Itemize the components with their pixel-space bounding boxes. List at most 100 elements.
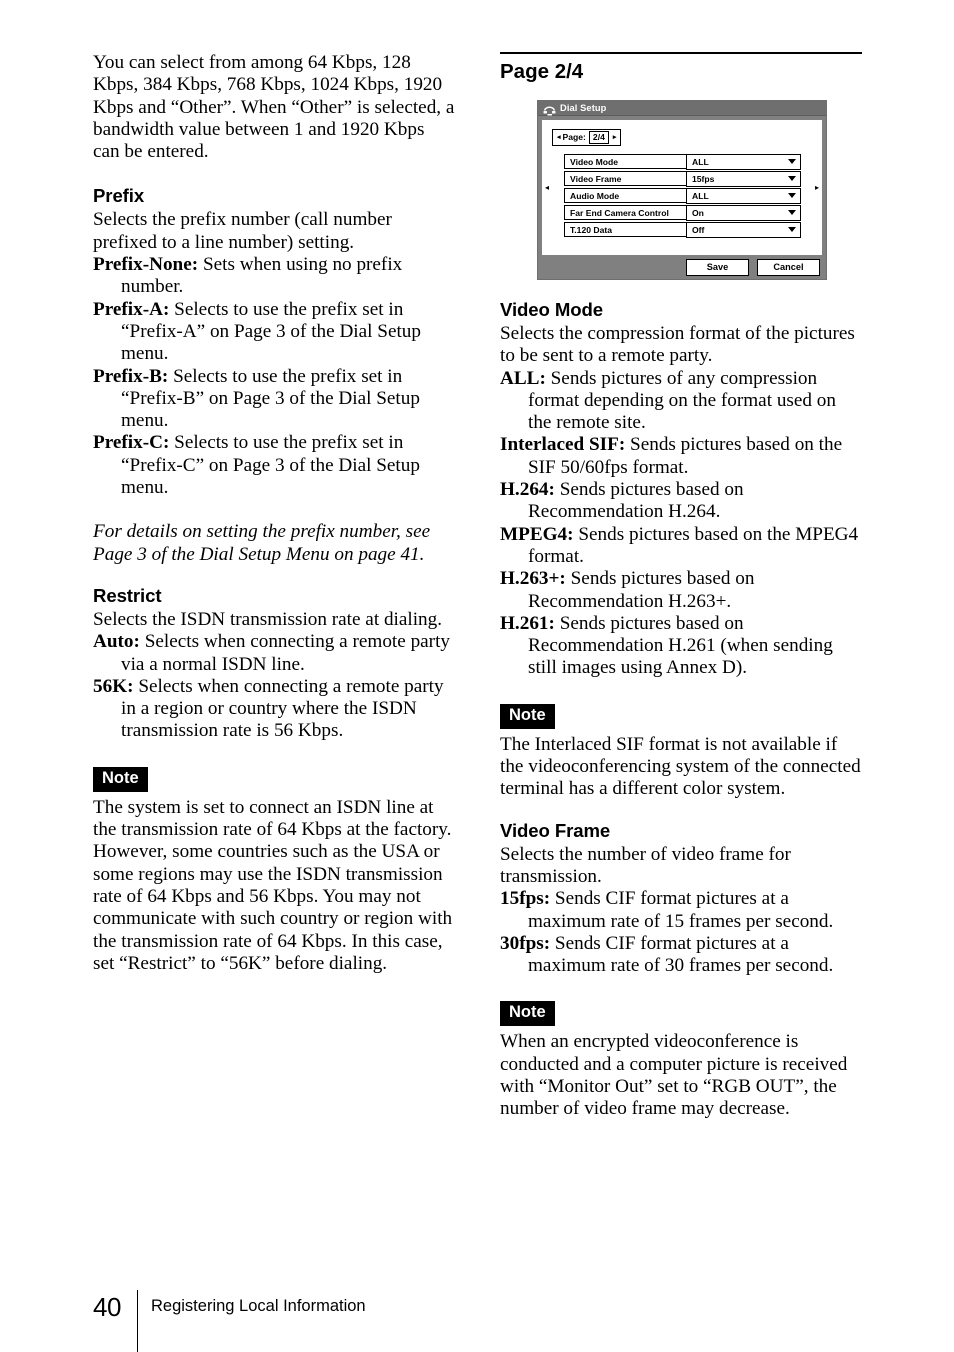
next-page-arrow-icon[interactable]: ▸	[815, 183, 819, 192]
header-rule	[500, 52, 862, 54]
page-nav-value: 2/4	[588, 131, 609, 144]
footer-section-title: Registering Local Information	[151, 1297, 366, 1315]
def-auto: Selects when connecting a remote party v…	[121, 631, 450, 675]
save-button[interactable]: Save	[686, 258, 749, 276]
note-badge: Note	[500, 1001, 555, 1027]
setting-label: Far End Camera Control	[570, 207, 669, 218]
right-column: Page 2/4 Dial Setup ◂ ▸ ◂ Page: 2/4 ▸ Vi…	[500, 52, 862, 1121]
setting-value: ALL	[692, 156, 709, 167]
term-mpeg4: MPEG4:	[500, 523, 574, 545]
note-block-interlaced-sif: Note The Interlaced SIF format is not av…	[500, 703, 862, 801]
term-15fps: 15fps:	[500, 888, 551, 910]
term-interlaced-sif: Interlaced SIF:	[500, 434, 626, 456]
note-text: The system is set to connect an ISDN lin…	[93, 796, 453, 974]
prefix-item-c: Prefix-C: Selects to use the prefix set …	[93, 432, 455, 499]
heading-video-frame: Video Frame	[500, 819, 611, 841]
page-navigator[interactable]: ◂ Page: 2/4 ▸	[552, 129, 622, 146]
footer-page-number: 40	[93, 1292, 121, 1322]
def-56k: Selects when connecting a remote party i…	[121, 675, 444, 742]
setting-row-video-mode[interactable]: Video Mode ALL	[564, 153, 801, 170]
chevron-down-icon[interactable]	[787, 193, 796, 198]
dialog-body: ◂ ▸ ◂ Page: 2/4 ▸ Video Mode ALL Video F…	[542, 120, 822, 255]
heading-restrict: Restrict	[93, 584, 162, 606]
term-30fps: 30fps:	[500, 932, 551, 954]
setting-row-far-end-camera-control[interactable]: Far End Camera Control On	[564, 204, 801, 221]
term-h263plus: H.263+:	[500, 568, 566, 590]
term-h261: H.261:	[500, 612, 555, 634]
page-nav-label: Page:	[562, 132, 586, 142]
def-h264: Sends pictures based on Recommendation H…	[528, 479, 744, 523]
note-block-encrypted-videoconference: Note When an encrypted videoconference i…	[500, 1001, 862, 1120]
chevron-down-icon[interactable]	[787, 210, 796, 215]
video-mode-item-mpeg4: MPEG4: Sends pictures based on the MPEG4…	[500, 524, 862, 569]
setting-dropdown-far-end-camera-control[interactable]: On	[686, 204, 801, 221]
prefix-item-a: Prefix-A: Selects to use the prefix set …	[93, 299, 455, 366]
term-prefix-none: Prefix-None:	[93, 254, 199, 276]
dialog-title: Dial Setup	[560, 103, 607, 113]
restrict-item-auto: Auto: Selects when connecting a remote p…	[93, 631, 455, 676]
setting-dropdown-video-mode[interactable]: ALL	[686, 153, 801, 170]
setting-value: 15fps	[692, 173, 715, 184]
page-next-icon[interactable]: ▸	[613, 133, 617, 142]
cancel-button[interactable]: Cancel	[757, 258, 820, 276]
note-block-restrict: Note The system is set to connect an ISD…	[93, 766, 455, 975]
term-all: ALL:	[500, 367, 546, 389]
prefix-cross-reference: For details on setting the prefix number…	[93, 521, 431, 565]
note-badge: Note	[500, 703, 555, 729]
video-frame-description: Selects the number of video frame for tr…	[500, 843, 791, 887]
setting-value: On	[692, 207, 704, 218]
dial-setup-figure: Dial Setup ◂ ▸ ◂ Page: 2/4 ▸ Video Mode	[537, 100, 827, 280]
prefix-item-none: Prefix-None: Sets when using no prefix n…	[93, 254, 455, 299]
dial-setup-dialog: Dial Setup ◂ ▸ ◂ Page: 2/4 ▸ Video Mode	[537, 100, 827, 280]
video-mode-item-h261: H.261: Sends pictures based on Recommend…	[500, 613, 862, 680]
footer-divider	[137, 1290, 138, 1352]
term-h264: H.264:	[500, 479, 555, 501]
prefix-description: Selects the prefix number (call number p…	[93, 209, 392, 253]
manual-page: You can select from among 64 Kbps, 128 K…	[0, 0, 954, 1352]
heading-video-mode: Video Mode	[500, 299, 603, 320]
setting-dropdown-t120-data[interactable]: Off	[686, 221, 801, 238]
video-mode-item-interlaced-sif: Interlaced SIF: Sends pictures based on …	[500, 434, 862, 479]
restrict-description: Selects the ISDN transmission rate at di…	[93, 608, 443, 630]
setting-label: Video Frame	[570, 173, 622, 184]
page-prev-icon[interactable]: ◂	[557, 133, 561, 142]
def-mpeg4: Sends pictures based on the MPEG4 format…	[528, 523, 859, 567]
chevron-down-icon[interactable]	[787, 227, 796, 232]
setting-label: T.120 Data	[570, 224, 613, 235]
setting-row-t120-data[interactable]: T.120 Data Off	[564, 221, 801, 238]
restrict-item-56k: 56K: Selects when connecting a remote pa…	[93, 676, 455, 743]
setting-label: Video Mode	[570, 156, 619, 167]
dialog-footer: Save Cancel	[538, 255, 826, 279]
video-mode-item-h264: H.264: Sends pictures based on Recommend…	[500, 479, 862, 524]
setting-value: Off	[692, 224, 705, 235]
term-prefix-c: Prefix-C:	[93, 432, 170, 454]
prev-page-arrow-icon[interactable]: ◂	[545, 183, 549, 192]
term-prefix-b: Prefix-B:	[93, 365, 169, 387]
dialog-titlebar: Dial Setup	[538, 101, 826, 116]
telephone-icon	[543, 103, 556, 116]
left-column: You can select from among 64 Kbps, 128 K…	[93, 52, 455, 975]
note-badge: Note	[93, 766, 148, 792]
def-all: Sends pictures of any compression format…	[528, 367, 836, 434]
setting-row-audio-mode[interactable]: Audio Mode ALL	[564, 187, 801, 204]
chevron-down-icon[interactable]	[787, 176, 796, 181]
intro-paragraph: You can select from among 64 Kbps, 128 K…	[93, 52, 455, 163]
page-footer: 40 Registering Local Information	[93, 1286, 693, 1352]
setting-row-video-frame[interactable]: Video Frame 15fps	[564, 170, 801, 187]
video-frame-item-30fps: 30fps: Sends CIF format pictures at a ma…	[500, 933, 862, 978]
def-30fps: Sends CIF format pictures at a maximum r…	[528, 932, 834, 977]
page-heading: Page 2/4	[500, 60, 584, 83]
note-text: The Interlaced SIF format is not availab…	[500, 733, 861, 800]
setting-dropdown-video-frame[interactable]: 15fps	[686, 170, 801, 187]
def-15fps: Sends CIF format pictures at a maximum r…	[528, 888, 834, 932]
chevron-down-icon[interactable]	[787, 159, 796, 164]
settings-rows: Video Mode ALL Video Frame 15fps Audio M…	[564, 153, 801, 238]
term-56k: 56K:	[93, 675, 134, 697]
term-prefix-a: Prefix-A:	[93, 298, 170, 320]
setting-dropdown-audio-mode[interactable]: ALL	[686, 187, 801, 204]
def-h261: Sends pictures based on Recommendation H…	[528, 612, 833, 679]
term-auto: Auto:	[93, 631, 140, 653]
video-mode-item-h263plus: H.263+: Sends pictures based on Recommen…	[500, 568, 862, 613]
setting-label: Audio Mode	[570, 190, 620, 201]
setting-value: ALL	[692, 190, 709, 201]
